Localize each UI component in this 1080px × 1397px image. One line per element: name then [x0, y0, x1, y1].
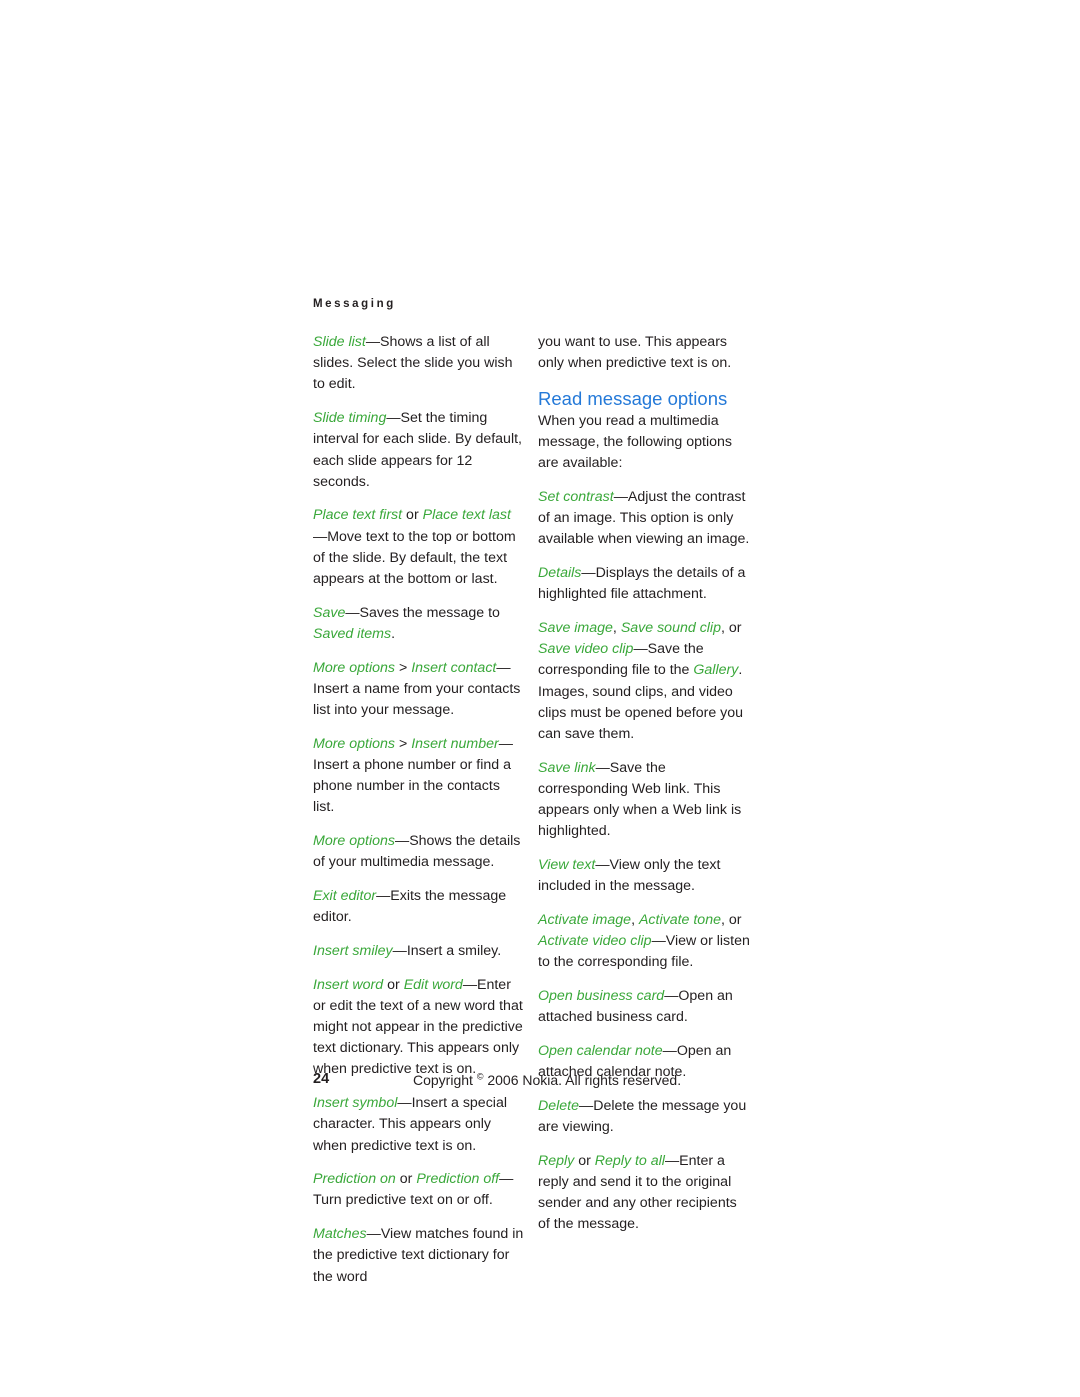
option-save-link: Save link—Save the corresponding Web lin…	[538, 758, 750, 843]
description-text: —Saves the message to	[345, 604, 500, 621]
option-slide-timing: Slide timing—Set the timing interval for…	[313, 408, 525, 493]
option-exit-editor: Exit editor—Exits the message editor.	[313, 886, 525, 928]
option-activate-media: Activate image, Activate tone, or Activa…	[538, 910, 750, 974]
option-slide-list: Slide list—Shows a list of all slides. S…	[313, 332, 525, 396]
option-insert-smiley: Insert smiley—Insert a smiley.	[313, 941, 525, 962]
option-save-media: Save image, Save sound clip, or Save vid…	[538, 618, 750, 745]
term-separator-2: , or	[720, 620, 742, 637]
option-more-options-insert-contact: More options > Insert contact—Insert a n…	[313, 658, 525, 722]
term-label-3: Save video clip	[538, 641, 634, 658]
page-number: 24	[313, 1071, 330, 1087]
option-more-options-insert-number: More options > Insert number—Insert a ph…	[313, 734, 525, 819]
term-label: Open calendar note	[538, 1042, 663, 1059]
term-label: Matches	[313, 1226, 367, 1243]
term-label: Insert smiley	[313, 942, 393, 959]
option-reply: Reply or Reply to all—Enter a reply and …	[538, 1151, 750, 1236]
term-label-2: Save sound clip	[620, 620, 721, 637]
option-view-text: View text—View only the text included in…	[538, 855, 750, 897]
term-label-2: Saved items	[313, 625, 392, 642]
term-label: Activate image	[538, 911, 632, 928]
term-separator: >	[395, 659, 412, 676]
term-label-2: Place text last	[422, 507, 511, 524]
term-label: Save link	[538, 759, 596, 776]
option-set-contrast: Set contrast—Adjust the contrast of an i…	[538, 487, 750, 551]
option-insert-edit-word: Insert word or Edit word—Enter or edit t…	[313, 975, 525, 1081]
term-label: Save	[313, 604, 346, 621]
option-more-options: More options—Shows the details of your m…	[313, 831, 525, 873]
term-label-3: Activate video clip	[538, 933, 652, 950]
term-label-2: Insert contact	[411, 659, 497, 676]
option-delete: Delete—Delete the message you are viewin…	[538, 1096, 750, 1138]
term-label: More options	[313, 659, 396, 676]
body-columns: Slide list—Shows a list of all slides. S…	[313, 332, 765, 1285]
option-matches: Matches—View matches found in the predic…	[313, 1224, 525, 1288]
term-label-2: Edit word	[403, 976, 463, 993]
term-label-2: Reply to all	[594, 1152, 665, 1169]
term-label-2: Insert number	[411, 735, 499, 752]
term-label: Exit editor	[313, 887, 377, 904]
section-heading: Read message options	[538, 387, 728, 409]
page-footer: 24 Copyright © 2006 Nokia. All rights re…	[313, 1070, 765, 1090]
term-label: Delete	[538, 1097, 580, 1114]
term-label: Save image	[538, 620, 613, 637]
term-separator: or	[383, 976, 404, 993]
description-text-2: .	[391, 625, 396, 642]
term-separator: ,	[631, 911, 639, 928]
copyright-notice: Copyright © 2006 Nokia. All rights reser…	[413, 1071, 681, 1089]
copyright-prefix: Copyright	[413, 1072, 477, 1088]
continued-paragraph: you want to use. This appears only when …	[538, 334, 732, 372]
term-label: Prediction on	[313, 1171, 396, 1188]
term-label: Slide timing	[313, 410, 387, 427]
term-label: More options	[313, 833, 396, 850]
option-details: Details—Displays the details of a highli…	[538, 563, 750, 605]
term-label: Reply	[538, 1152, 575, 1169]
term-separator: or	[395, 1171, 417, 1188]
description-text: —Move text to the top or bottom of the s…	[313, 528, 516, 588]
term-label: Details	[538, 565, 582, 582]
term-label-2: Prediction off	[416, 1171, 500, 1188]
term-label: Place text first	[313, 507, 403, 524]
term-separator: or	[402, 507, 423, 524]
copyright-suffix: 2006 Nokia. All rights reserved.	[483, 1072, 682, 1088]
term-separator: ,	[612, 620, 621, 637]
option-insert-symbol: Insert symbol—Insert a special character…	[313, 1093, 525, 1157]
term-separator-2: , or	[720, 911, 742, 928]
term-label: More options	[313, 735, 396, 752]
left-column: Slide list—Shows a list of all slides. S…	[313, 332, 525, 1288]
running-head: Messaging	[313, 298, 396, 310]
term-label: View text	[538, 857, 596, 874]
term-label: Insert word	[313, 976, 384, 993]
option-save: Save—Saves the message to Saved items.	[313, 603, 525, 645]
option-place-text: Place text first or Place text last —Move…	[313, 505, 525, 590]
section-intro: When you read a multimedia message, the …	[538, 412, 733, 472]
term-separator: >	[395, 735, 412, 752]
option-open-business-card: Open business card—Open an attached busi…	[538, 986, 750, 1028]
read-message-options-block: Read message options When you read a mul…	[538, 387, 750, 475]
right-column: you want to use. This appears only when …	[538, 332, 750, 1236]
manual-page: Messaging Slide list—Shows a list of all…	[0, 0, 1080, 1397]
term-label-2: Activate tone	[638, 911, 721, 928]
option-prediction-on-off: Prediction on or Prediction off—Turn pre…	[313, 1169, 525, 1211]
term-label: Insert symbol	[313, 1095, 398, 1112]
term-label: Slide list	[313, 334, 366, 350]
term-label-4: Gallery	[693, 662, 739, 679]
term-label: Open business card	[538, 988, 665, 1005]
term-separator: or	[574, 1152, 595, 1169]
description-text: —Insert a smiley.	[392, 942, 502, 959]
term-label: Set contrast	[538, 489, 614, 506]
